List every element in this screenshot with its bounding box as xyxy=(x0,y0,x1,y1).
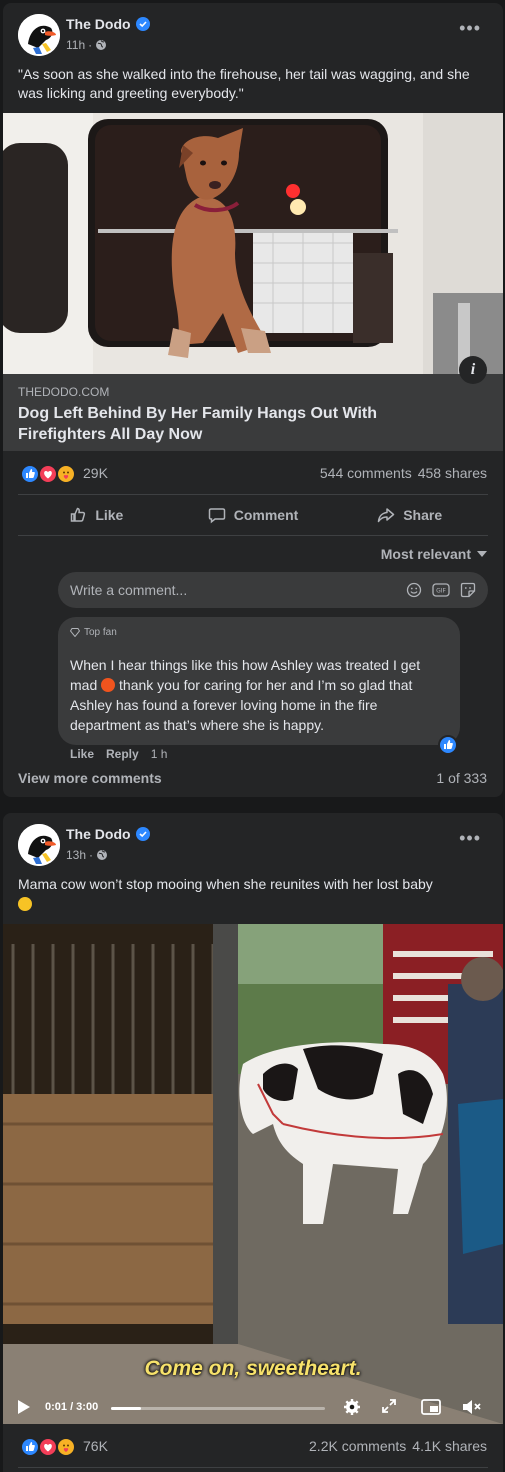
more-options-icon[interactable]: ••• xyxy=(459,829,481,847)
reaction-icons[interactable] xyxy=(20,464,78,484)
reaction-icons[interactable] xyxy=(20,1437,78,1457)
picture-in-picture-icon[interactable] xyxy=(421,1398,441,1416)
gear-icon[interactable] xyxy=(343,1398,361,1416)
comment-pager: 1 of 333 xyxy=(436,770,487,786)
share-label[interactable]: Share xyxy=(403,507,442,523)
post-header: The Dodo 11h · ••• xyxy=(3,3,503,57)
comment-count[interactable]: 544 comments xyxy=(320,465,412,481)
comment-button[interactable]: Comment xyxy=(175,495,332,535)
page-name-label[interactable]: The Dodo xyxy=(66,16,131,32)
post-time[interactable]: 11h xyxy=(66,38,85,52)
post-meta: 13h · xyxy=(66,848,108,862)
video-subtitle: Come on, sweetheart. xyxy=(144,1357,362,1380)
meta-separator: · xyxy=(89,848,94,862)
info-icon[interactable]: i xyxy=(459,356,487,384)
page-name-label[interactable]: The Dodo xyxy=(66,826,131,842)
link-headline[interactable]: Dog Left Behind By Her Family Hangs Out … xyxy=(18,403,438,445)
reaction-count[interactable]: 76K xyxy=(83,1438,108,1454)
comment-reply-button[interactable]: Reply xyxy=(106,747,139,761)
sticker-icon[interactable] xyxy=(460,582,476,598)
comment-text: When I hear things like this how Ashley … xyxy=(70,655,450,735)
care-reaction-icon xyxy=(56,1437,76,1457)
muted-speaker-icon[interactable] xyxy=(461,1398,483,1416)
video-progress-fill xyxy=(111,1407,141,1410)
share-count[interactable]: 458 shares xyxy=(418,465,487,481)
love-reaction-icon xyxy=(38,464,58,484)
comment-bubble: Top fan When I hear things like this how… xyxy=(58,617,460,745)
page-name[interactable]: The Dodo xyxy=(66,826,150,842)
verified-badge-icon xyxy=(135,17,150,31)
comment-time[interactable]: 1 h xyxy=(151,747,168,761)
comment-count[interactable]: 2.2K comments xyxy=(309,1438,406,1454)
post-time[interactable]: 13h xyxy=(66,848,86,862)
comment-text-end: thank you for caring for her and I’m so … xyxy=(70,677,413,733)
fullscreen-icon[interactable] xyxy=(381,1398,397,1414)
gif-icon[interactable]: GIF xyxy=(432,582,450,598)
share-arrow-icon xyxy=(377,508,395,523)
thumbs-up-icon xyxy=(71,507,86,522)
globe-icon xyxy=(96,40,107,50)
reaction-count[interactable]: 29K xyxy=(83,465,108,481)
reaction-stats: 29K 544 comments 458 shares xyxy=(3,453,503,493)
post-caption: Mama cow won’t stop mooing when she reun… xyxy=(18,875,488,914)
link-preview-image[interactable] xyxy=(3,113,503,374)
comment-actions: Like Reply 1 h xyxy=(70,747,167,761)
like-button[interactable]: Like xyxy=(18,495,175,535)
speech-bubble-icon xyxy=(208,508,225,524)
top-fan-label: Top fan xyxy=(84,627,117,638)
comment-input[interactable] xyxy=(70,572,390,608)
like-label[interactable]: Like xyxy=(95,507,123,523)
more-options-icon[interactable]: ••• xyxy=(459,19,481,37)
link-preview-caption[interactable]: i THEDODO.COM Dog Left Behind By Her Fam… xyxy=(3,356,503,451)
comment-label[interactable]: Comment xyxy=(234,507,299,523)
view-more-comments-link[interactable]: View more comments xyxy=(18,770,162,786)
care-reaction-icon xyxy=(56,464,76,484)
like-reaction-icon xyxy=(20,1437,40,1457)
globe-icon xyxy=(97,850,108,860)
divider xyxy=(18,1467,488,1468)
video-controls: 0:01 / 3:00 xyxy=(3,1390,503,1424)
love-reaction-icon xyxy=(38,1437,58,1457)
angry-face-icon xyxy=(101,678,116,692)
sort-label[interactable]: Most relevant xyxy=(381,546,471,562)
post-actions: Like Comment Share xyxy=(18,495,488,535)
comment-like-badge-icon[interactable] xyxy=(438,735,458,755)
post-card: The Dodo 11h · ••• "As soon as she walke… xyxy=(3,3,503,797)
video-progress-bar[interactable] xyxy=(111,1407,325,1410)
like-reaction-icon xyxy=(20,464,40,484)
share-count[interactable]: 4.1K shares xyxy=(412,1438,487,1454)
comment-composer[interactable]: GIF xyxy=(58,572,488,608)
page-avatar[interactable] xyxy=(18,14,60,56)
svg-text:GIF: GIF xyxy=(436,588,446,595)
meta-separator: · xyxy=(88,38,93,52)
crying-face-icon xyxy=(18,897,32,911)
top-fan-badge: Top fan xyxy=(70,627,117,638)
post-card: The Dodo 13h · ••• Mama cow won’t stop m… xyxy=(3,813,503,1472)
video-time: 0:01 / 3:00 xyxy=(45,1401,99,1413)
comment-like-button[interactable]: Like xyxy=(70,747,94,761)
diamond-icon xyxy=(70,628,80,637)
link-domain: THEDODO.COM xyxy=(18,385,110,399)
post-header: The Dodo 13h · ••• xyxy=(3,813,503,867)
caret-down-icon xyxy=(477,551,487,557)
video-player[interactable]: Come on, sweetheart. 0:01 / 3:00 xyxy=(3,924,503,1424)
play-icon[interactable] xyxy=(18,1400,30,1414)
post-caption-text: Mama cow won’t stop mooing when she reun… xyxy=(18,876,433,892)
page-avatar[interactable] xyxy=(18,824,60,866)
share-button[interactable]: Share xyxy=(331,495,488,535)
post-meta: 11h · xyxy=(66,38,107,52)
reaction-stats: 76K 2.2K comments 4.1K shares xyxy=(3,1426,503,1466)
comment-sort-dropdown[interactable]: Most relevant xyxy=(381,546,487,562)
divider xyxy=(18,535,488,536)
page-name[interactable]: The Dodo xyxy=(66,16,150,32)
emoji-icon[interactable] xyxy=(406,582,422,598)
video-frame xyxy=(3,924,503,1424)
verified-badge-icon xyxy=(135,827,150,841)
post-caption: "As soon as she walked into the firehous… xyxy=(18,66,470,101)
